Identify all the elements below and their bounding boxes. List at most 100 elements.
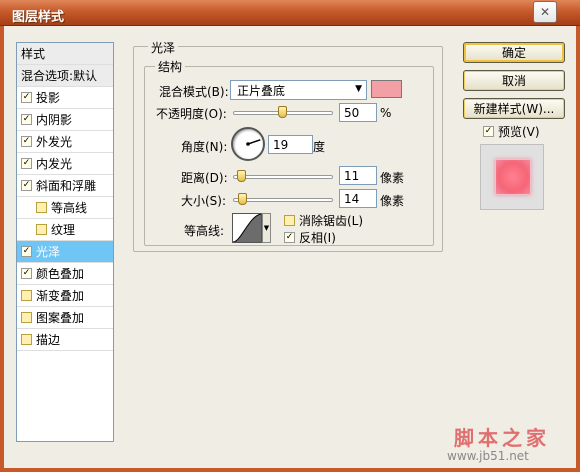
opacity-input[interactable]: 50 [339, 103, 377, 122]
frame-bottom [0, 468, 580, 472]
angle-label: 角度(N): [181, 140, 228, 154]
title-bar: 图层样式 ✕ [0, 0, 580, 26]
style-item-label: 颜色叠加 [36, 267, 85, 281]
contour-dropdown[interactable]: ▼ [262, 213, 271, 243]
angle-unit: 度 [313, 140, 326, 154]
angle-dial-needle-icon [246, 139, 261, 146]
style-item-label: 光泽 [36, 245, 61, 259]
style-item-texture[interactable]: 纹理 [17, 219, 113, 241]
satin-section-title: 光泽 [148, 39, 179, 56]
style-item-pattern-overlay[interactable]: 图案叠加 [17, 307, 113, 329]
style-item-inner-glow[interactable]: 内发光 [17, 153, 113, 175]
style-item-satin[interactable]: 光泽 [17, 241, 113, 263]
style-item-label: 外发光 [36, 135, 73, 149]
cancel-button-label: 取消 [501, 74, 526, 88]
close-button[interactable]: ✕ [533, 1, 557, 23]
gradient-overlay-checkbox[interactable] [21, 290, 32, 301]
size-value: 14 [344, 191, 360, 206]
contour-picker[interactable] [232, 213, 262, 243]
styles-list: 样式 混合选项:默认 投影 内阴影 外发光 内发光 斜面和浮雕 等高线 纹理 光… [16, 42, 114, 442]
satin-color-swatch[interactable] [371, 80, 402, 98]
blend-mode-select[interactable]: 正片叠底 ▼ [230, 80, 367, 100]
outer-glow-checkbox[interactable] [21, 136, 32, 147]
style-item-outer-glow[interactable]: 外发光 [17, 131, 113, 153]
styles-list-header-label: 样式 [21, 47, 46, 61]
color-overlay-checkbox[interactable] [21, 268, 32, 279]
distance-unit: 像素 [380, 171, 405, 185]
close-icon: ✕ [539, 5, 551, 19]
invert-checkbox[interactable] [284, 232, 295, 243]
ok-button-label: 确定 [501, 46, 526, 60]
blend-options-label: 混合选项:默认 [21, 69, 98, 83]
drop-shadow-checkbox[interactable] [21, 92, 32, 103]
chevron-down-icon: ▼ [355, 84, 362, 94]
style-preview-swatch [495, 159, 531, 195]
satin-checkbox[interactable] [21, 246, 32, 257]
style-item-inner-shadow[interactable]: 内阴影 [17, 109, 113, 131]
style-item-label: 投影 [36, 91, 61, 105]
size-slider-thumb[interactable] [238, 193, 247, 205]
angle-value: 19 [273, 137, 289, 152]
blend-options-item[interactable]: 混合选项:默认 [17, 65, 113, 87]
size-label: 大小(S): [181, 194, 227, 208]
distance-value: 11 [344, 168, 360, 183]
triangle-down-icon: ▼ [263, 224, 270, 232]
style-item-label: 等高线 [51, 201, 88, 215]
new-style-button-label: 新建样式(W)... [473, 102, 555, 116]
new-style-button[interactable]: 新建样式(W)... [463, 98, 565, 119]
inner-glow-checkbox[interactable] [21, 158, 32, 169]
style-item-label: 内阴影 [36, 113, 73, 127]
style-item-stroke[interactable]: 描边 [17, 329, 113, 351]
cancel-button[interactable]: 取消 [463, 70, 565, 91]
watermark-brand: 脚本之家 [454, 426, 550, 450]
texture-checkbox[interactable] [36, 224, 47, 235]
anti-alias-option[interactable]: 消除锯齿(L) [284, 212, 363, 229]
distance-input[interactable]: 11 [339, 166, 377, 185]
anti-alias-checkbox[interactable] [284, 215, 295, 226]
preview-label: 预览(V) [498, 125, 540, 139]
style-item-label: 渐变叠加 [36, 289, 85, 303]
size-unit: 像素 [380, 194, 405, 208]
style-item-label: 内发光 [36, 157, 73, 171]
style-preview [480, 144, 544, 210]
invert-label: 反相(I) [299, 231, 336, 245]
contour-label: 等高线: [184, 224, 225, 238]
frame-left [0, 26, 4, 472]
structure-title: 结构 [155, 58, 186, 75]
anti-alias-label: 消除锯齿(L) [299, 214, 364, 228]
contour-curve-icon [232, 213, 262, 243]
opacity-unit: % [380, 106, 392, 120]
angle-dial[interactable] [231, 127, 265, 161]
style-item-label: 纹理 [51, 223, 76, 237]
contour-checkbox[interactable] [36, 202, 47, 213]
distance-label: 距离(D): [181, 171, 228, 185]
styles-list-header[interactable]: 样式 [17, 43, 113, 65]
size-slider-track[interactable] [233, 198, 333, 202]
blend-mode-label: 混合模式(B): [159, 85, 229, 99]
window-title: 图层样式 [12, 10, 65, 25]
invert-option[interactable]: 反相(I) [284, 229, 336, 246]
inner-shadow-checkbox[interactable] [21, 114, 32, 125]
angle-input[interactable]: 19 [268, 135, 313, 154]
pattern-overlay-checkbox[interactable] [21, 312, 32, 323]
style-item-bevel-emboss[interactable]: 斜面和浮雕 [17, 175, 113, 197]
size-input[interactable]: 14 [339, 189, 377, 208]
bevel-emboss-checkbox[interactable] [21, 180, 32, 191]
style-item-label: 描边 [36, 333, 61, 347]
ok-button[interactable]: 确定 [463, 42, 565, 63]
style-item-label: 斜面和浮雕 [36, 179, 97, 193]
opacity-slider-thumb[interactable] [278, 106, 287, 118]
preview-option[interactable]: 预览(V) [483, 123, 540, 140]
distance-slider-thumb[interactable] [237, 170, 246, 182]
distance-slider-track[interactable] [233, 175, 333, 179]
preview-checkbox[interactable] [483, 126, 494, 137]
style-item-label: 图案叠加 [36, 311, 85, 325]
opacity-value: 50 [344, 105, 360, 120]
style-item-color-overlay[interactable]: 颜色叠加 [17, 263, 113, 285]
style-item-drop-shadow[interactable]: 投影 [17, 87, 113, 109]
stroke-checkbox[interactable] [21, 334, 32, 345]
blend-mode-value: 正片叠底 [237, 83, 286, 98]
style-item-contour[interactable]: 等高线 [17, 197, 113, 219]
opacity-label: 不透明度(O): [156, 107, 227, 121]
style-item-gradient-overlay[interactable]: 渐变叠加 [17, 285, 113, 307]
